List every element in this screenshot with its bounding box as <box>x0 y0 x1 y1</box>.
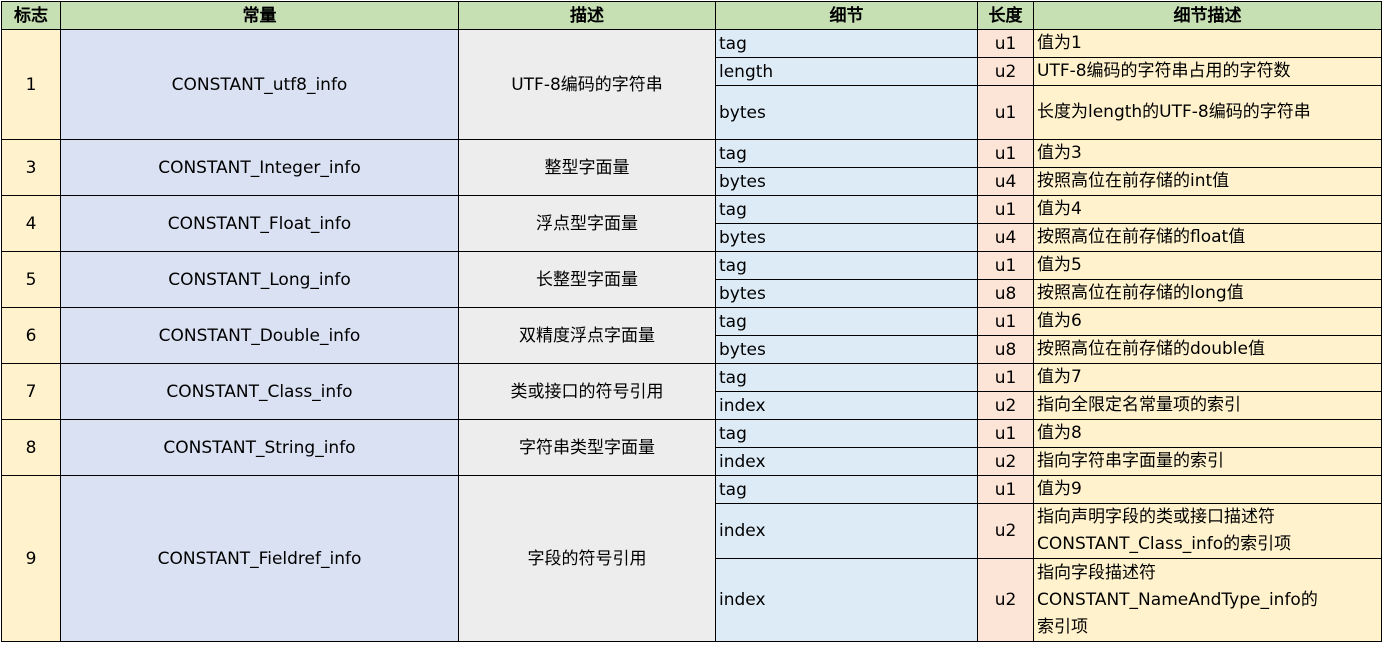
detail-cell: index <box>715 391 978 420</box>
table-row: 1 CONSTANT_utf8_info UTF-8编码的字符串 tag u1 值为1 <box>1 29 1382 140</box>
flag-cell: 5 <box>1 251 61 308</box>
detail-cell: bytes <box>715 85 978 140</box>
length-cell: u4 <box>977 223 1034 252</box>
detail-description-cell: 按照高位在前存储的float值 <box>1033 223 1382 252</box>
detail-description-cell: 指向声明字段的类或接口描述符 CONSTANT_Class_info的索引项 <box>1033 503 1382 559</box>
detail-description-cell: 值为4 <box>1033 195 1382 224</box>
description-cell: UTF-8编码的字符串 <box>458 29 716 140</box>
flag-cell: 4 <box>1 195 61 252</box>
header-row: 标志 常量 描述 细节 长度 细节描述 <box>1 1 1382 30</box>
table-row: 7 CONSTANT_Class_info 类或接口的符号引用 tag u1 值为7 <box>1 363 1382 420</box>
length-cell: u1 <box>977 363 1034 392</box>
flag-cell: 6 <box>1 307 61 364</box>
detail-cell: bytes <box>715 223 978 252</box>
constant-cell: CONSTANT_Double_info <box>60 307 459 364</box>
detail-cell: tag <box>715 195 978 224</box>
length-cell: u1 <box>977 475 1034 504</box>
description-cell: 类或接口的符号引用 <box>458 363 716 420</box>
description-cell: 整型字面量 <box>458 139 716 196</box>
constant-cell: CONSTANT_Fieldref_info <box>60 475 459 642</box>
length-cell: u4 <box>977 167 1034 196</box>
detail-cell: index <box>715 503 978 559</box>
detail-description-cell: 按照高位在前存储的long值 <box>1033 279 1382 308</box>
detail-cell: tag <box>715 29 978 58</box>
flag-cell: 3 <box>1 139 61 196</box>
length-cell: u1 <box>977 419 1034 448</box>
table-row: 3 CONSTANT_Integer_info 整型字面量 tag u1 值为3 <box>1 139 1382 196</box>
length-cell: u1 <box>977 29 1034 58</box>
length-cell: u8 <box>977 335 1034 364</box>
detail-description-cell: 值为9 <box>1033 475 1382 504</box>
detail-description-cell: 指向字符串字面量的索引 <box>1033 447 1382 476</box>
length-cell: u1 <box>977 307 1034 336</box>
detail-cell: bytes <box>715 167 978 196</box>
constant-cell: CONSTANT_Integer_info <box>60 139 459 196</box>
detail-description-cell: 值为1 <box>1033 29 1382 58</box>
detail-description-cell: UTF-8编码的字符串占用的字符数 <box>1033 57 1382 86</box>
detail-description-cell: 值为5 <box>1033 251 1382 280</box>
flag-cell: 1 <box>1 29 61 140</box>
length-cell: u2 <box>977 503 1034 559</box>
constant-cell: CONSTANT_Float_info <box>60 195 459 252</box>
header-detail-description: 细节描述 <box>1033 1 1382 30</box>
description-cell: 浮点型字面量 <box>458 195 716 252</box>
description-cell: 字符串类型字面量 <box>458 419 716 476</box>
description-cell: 字段的符号引用 <box>458 475 716 642</box>
detail-cell: index <box>715 558 978 642</box>
detail-description-cell: 长度为length的UTF-8编码的字符串 <box>1033 85 1382 140</box>
detail-cell: bytes <box>715 335 978 364</box>
length-cell: u8 <box>977 279 1034 308</box>
header-description: 描述 <box>458 1 716 30</box>
detail-description-cell: 值为7 <box>1033 363 1382 392</box>
flag-cell: 9 <box>1 475 61 642</box>
detail-description-cell: 值为8 <box>1033 419 1382 448</box>
detail-cell: tag <box>715 475 978 504</box>
detail-cell: tag <box>715 363 978 392</box>
detail-cell: index <box>715 447 978 476</box>
detail-cell: length <box>715 57 978 86</box>
header-constant: 常量 <box>60 1 459 30</box>
header-length: 长度 <box>977 1 1034 30</box>
detail-cell: tag <box>715 419 978 448</box>
table-row: 9 CONSTANT_Fieldref_info 字段的符号引用 tag u1 值为9 <box>1 475 1382 642</box>
length-cell: u1 <box>977 251 1034 280</box>
length-cell: u1 <box>977 85 1034 140</box>
detail-description-cell: 按照高位在前存储的int值 <box>1033 167 1382 196</box>
length-cell: u2 <box>977 391 1034 420</box>
header-detail: 细节 <box>715 1 978 30</box>
table-row: 5 CONSTANT_Long_info 长整型字面量 tag u1 值为5 <box>1 251 1382 308</box>
detail-description-cell: 指向全限定名常量项的索引 <box>1033 391 1382 420</box>
detail-cell: tag <box>715 139 978 168</box>
constant-pool-table: 标志 常量 描述 细节 长度 细节描述 1 CONSTANT_utf8_info U… <box>1 1 1382 642</box>
table-row: 4 CONSTANT_Float_info 浮点型字面量 tag u1 值为4 <box>1 195 1382 252</box>
table-row: 6 CONSTANT_Double_info 双精度浮点字面量 tag u1 值为6 <box>1 307 1382 364</box>
header-flag: 标志 <box>1 1 61 30</box>
detail-description-cell: 指向字段描述符 CONSTANT_NameAndType_info的 索引项 <box>1033 558 1382 642</box>
constant-cell: CONSTANT_utf8_info <box>60 29 459 140</box>
description-cell: 双精度浮点字面量 <box>458 307 716 364</box>
description-cell: 长整型字面量 <box>458 251 716 308</box>
constant-cell: CONSTANT_Long_info <box>60 251 459 308</box>
length-cell: u1 <box>977 139 1034 168</box>
constant-cell: CONSTANT_Class_info <box>60 363 459 420</box>
length-cell: u1 <box>977 195 1034 224</box>
length-cell: u2 <box>977 447 1034 476</box>
length-cell: u2 <box>977 558 1034 642</box>
flag-cell: 8 <box>1 419 61 476</box>
detail-description-cell: 值为6 <box>1033 307 1382 336</box>
flag-cell: 7 <box>1 363 61 420</box>
detail-cell: tag <box>715 307 978 336</box>
detail-description-cell: 值为3 <box>1033 139 1382 168</box>
detail-description-cell: 按照高位在前存储的double值 <box>1033 335 1382 364</box>
detail-cell: tag <box>715 251 978 280</box>
length-cell: u2 <box>977 57 1034 86</box>
detail-cell: bytes <box>715 279 978 308</box>
constant-cell: CONSTANT_String_info <box>60 419 459 476</box>
table-row: 8 CONSTANT_String_info 字符串类型字面量 tag u1 值为8 <box>1 419 1382 476</box>
